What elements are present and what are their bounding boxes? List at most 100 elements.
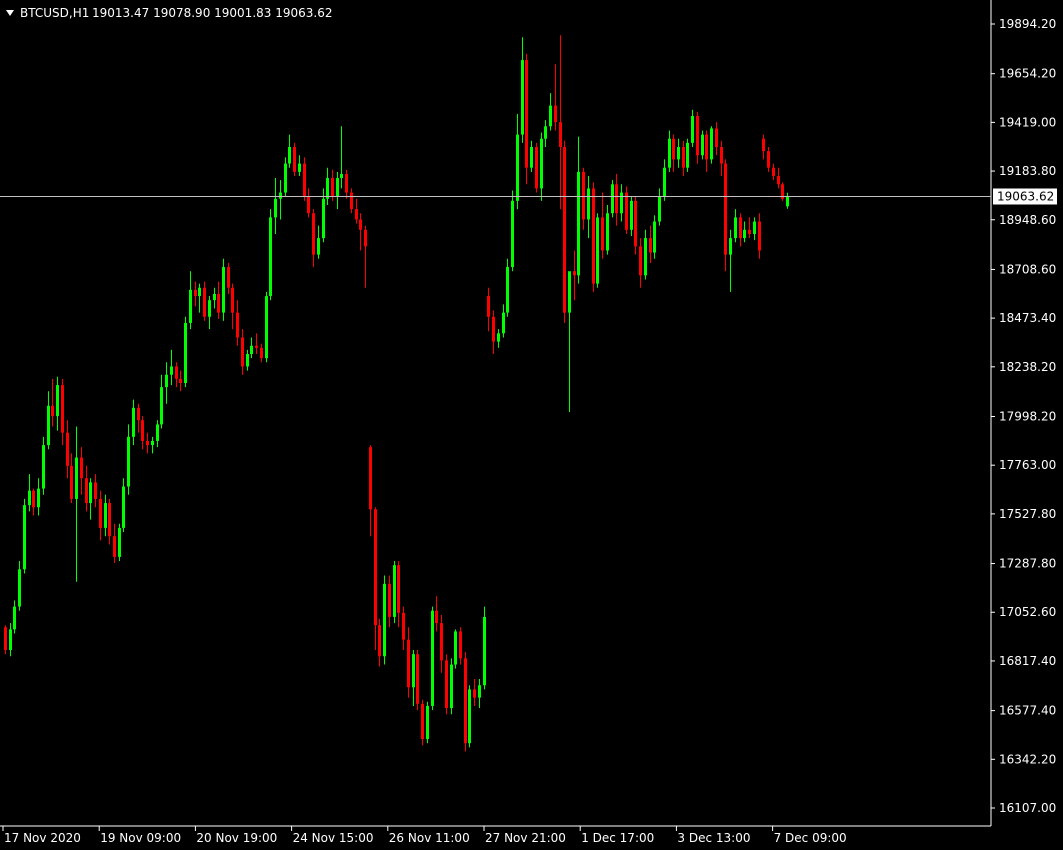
y-tick-label: 17052.60 bbox=[999, 605, 1056, 619]
candle-body bbox=[473, 689, 476, 698]
y-tick-label: 18708.60 bbox=[999, 262, 1056, 276]
y-tick-label: 16107.00 bbox=[999, 801, 1056, 815]
candle-body bbox=[383, 583, 386, 657]
x-tick-label: 7 Dec 09:00 bbox=[774, 831, 847, 845]
candle-body bbox=[729, 238, 732, 255]
candle-body bbox=[269, 217, 272, 297]
candle-body bbox=[293, 147, 296, 172]
candle-body bbox=[56, 385, 59, 417]
candle-body bbox=[582, 171, 585, 220]
candle-body bbox=[563, 147, 566, 313]
candle-body bbox=[137, 407, 140, 421]
candle-body bbox=[739, 217, 742, 239]
y-tick-label: 18948.60 bbox=[999, 213, 1056, 227]
candle-body bbox=[274, 198, 277, 218]
candle-body bbox=[639, 246, 642, 276]
candle-body bbox=[160, 387, 163, 425]
candle-body bbox=[705, 134, 708, 160]
candle-body bbox=[393, 565, 396, 617]
candle bbox=[431, 606, 434, 711]
candle-body bbox=[606, 213, 609, 251]
candle-body bbox=[502, 312, 505, 334]
candle bbox=[269, 209, 272, 301]
candlestick-chart[interactable]: BTCUSD,H1 19013.47 19078.90 19001.83 190… bbox=[0, 0, 1063, 850]
candle-body bbox=[265, 296, 268, 359]
candle-body bbox=[132, 407, 135, 437]
candle-body bbox=[75, 457, 78, 499]
candle bbox=[383, 575, 386, 665]
x-tick-label: 19 Nov 09:00 bbox=[100, 831, 181, 845]
candle-body bbox=[217, 293, 220, 313]
symbol-label: BTCUSD,H1 bbox=[20, 6, 89, 20]
candle-body bbox=[141, 420, 144, 441]
candle-body bbox=[445, 660, 448, 709]
candle-body bbox=[506, 267, 509, 313]
y-tick-label: 19183.80 bbox=[999, 164, 1056, 178]
candle-body bbox=[66, 432, 69, 466]
candle-body bbox=[511, 200, 514, 268]
candle-body bbox=[198, 287, 201, 297]
candle-body bbox=[611, 184, 614, 214]
candle bbox=[592, 182, 595, 292]
candle-body bbox=[307, 196, 310, 214]
candle-body bbox=[246, 354, 249, 367]
candle-body bbox=[108, 503, 111, 537]
candle bbox=[468, 685, 471, 748]
candle-body bbox=[663, 167, 666, 197]
candle-body bbox=[431, 610, 434, 706]
ohlc-values: 19013.47 19078.90 19001.83 19063.62 bbox=[92, 6, 332, 20]
chart-window[interactable]: BTCUSD,H1 19013.47 19078.90 19001.83 190… bbox=[0, 0, 1063, 850]
candle-body bbox=[165, 374, 168, 388]
candle-body bbox=[104, 503, 107, 528]
candle-body bbox=[99, 498, 102, 528]
candle-body bbox=[118, 527, 121, 557]
candle-body bbox=[459, 631, 462, 659]
candle bbox=[596, 213, 599, 288]
y-tick-label: 16577.40 bbox=[999, 704, 1056, 718]
candle bbox=[118, 523, 121, 562]
candle-body bbox=[345, 173, 348, 193]
current-price-label: 19063.62 bbox=[997, 190, 1054, 204]
candle-body bbox=[568, 271, 571, 313]
candle-body bbox=[758, 221, 761, 251]
candle-body bbox=[359, 219, 362, 230]
candle bbox=[525, 53, 528, 185]
candle-body bbox=[208, 300, 211, 317]
y-tick-label: 17287.80 bbox=[999, 557, 1056, 571]
candle bbox=[184, 316, 187, 388]
candle bbox=[265, 291, 268, 363]
candle-body bbox=[255, 345, 258, 348]
candle-body bbox=[364, 229, 367, 247]
candle-body bbox=[378, 625, 381, 657]
candle-body bbox=[464, 658, 467, 744]
candle-body bbox=[113, 536, 116, 557]
candle bbox=[454, 629, 457, 669]
candle-body bbox=[592, 188, 595, 284]
candle-body bbox=[724, 163, 727, 255]
candle bbox=[222, 258, 225, 321]
candle-body bbox=[170, 366, 173, 375]
candle-body bbox=[312, 213, 315, 255]
y-tick-label: 17998.20 bbox=[999, 409, 1056, 423]
candle-body bbox=[691, 115, 694, 143]
candle bbox=[701, 130, 704, 160]
candle bbox=[416, 650, 419, 711]
candle-body bbox=[772, 167, 775, 176]
candle-body bbox=[440, 623, 443, 661]
candle-body bbox=[9, 629, 12, 651]
candle-body bbox=[596, 217, 599, 284]
candle-body bbox=[743, 229, 746, 239]
candle-body bbox=[421, 703, 424, 740]
candle-body bbox=[540, 138, 543, 189]
candle bbox=[563, 140, 566, 323]
candle-body bbox=[189, 289, 192, 323]
candle-body bbox=[615, 184, 618, 214]
candle bbox=[42, 436, 45, 495]
candle-body bbox=[497, 333, 500, 342]
candle-body bbox=[672, 138, 675, 160]
candle-body bbox=[303, 163, 306, 197]
chart-header: BTCUSD,H1 19013.47 19078.90 19001.83 190… bbox=[6, 6, 332, 20]
candle-body bbox=[559, 122, 562, 148]
candle-body bbox=[23, 505, 26, 570]
candle-body bbox=[32, 490, 35, 508]
